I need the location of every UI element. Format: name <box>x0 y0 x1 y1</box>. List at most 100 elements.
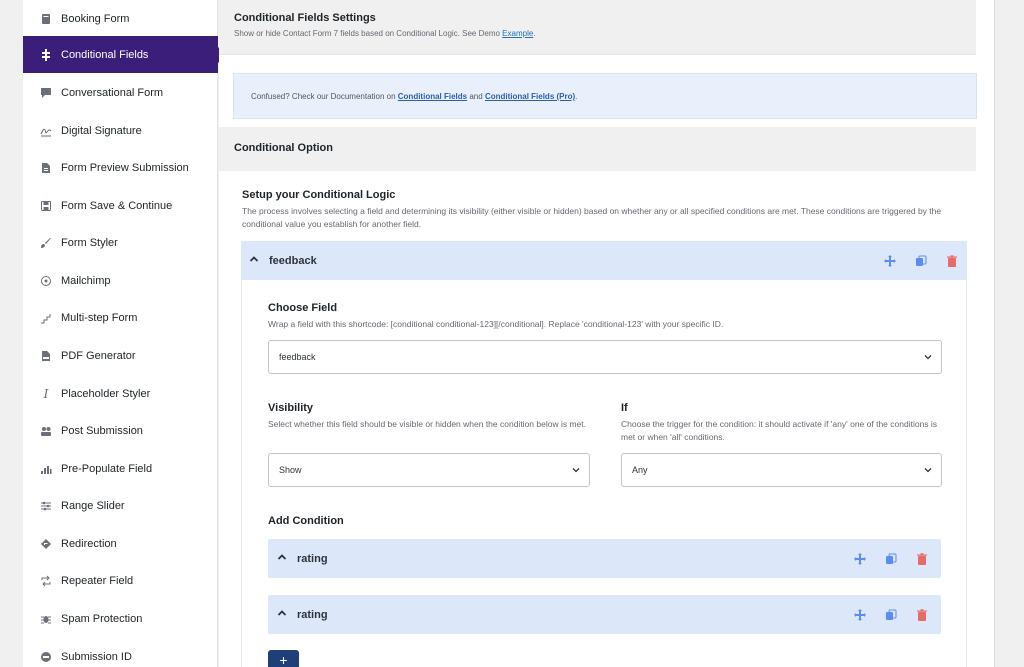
setup-description: The process involves selecting a field a… <box>242 206 942 229</box>
sidebar-item-multi-step-form[interactable]: Multi-step Form <box>23 299 218 336</box>
condition-name: rating <box>297 608 328 621</box>
settings-panel: Conditional Fields Settings Show or hide… <box>219 0 994 667</box>
sidebar-item-form-preview-submission[interactable]: Form Preview Submission <box>23 149 218 186</box>
conditional-fields-doc-link[interactable]: Conditional Fields <box>398 92 467 101</box>
save-icon <box>38 198 54 214</box>
conditional-fields-pro-doc-link[interactable]: Conditional Fields (Pro) <box>485 92 575 101</box>
sidebar-item-label: Form Styler <box>61 236 118 249</box>
id-icon <box>38 649 54 665</box>
sliders-icon <box>38 498 54 514</box>
page-subtitle: Show or hide Contact Form 7 fields based… <box>234 29 536 38</box>
add-condition-button[interactable]: + <box>268 650 299 667</box>
admin-left-strip <box>0 0 23 667</box>
sidebar-item-conversational-form[interactable]: Conversational Form <box>23 74 218 111</box>
conditional-group-header[interactable]: feedback <box>241 241 967 280</box>
sidebar-item-label: Repeater Field <box>61 574 134 587</box>
group-name: feedback <box>269 254 317 267</box>
sidebar-item-label: Placeholder Styler <box>61 387 151 400</box>
sidebar-item-range-slider[interactable]: Range Slider <box>23 487 218 524</box>
brush-icon <box>38 235 54 251</box>
duplicate-icon[interactable] <box>913 253 928 268</box>
sidebar-item-booking-form[interactable]: Booking Form <box>23 0 218 37</box>
sidebar-item-label: Redirection <box>61 537 117 550</box>
condition-row[interactable]: rating <box>268 539 941 578</box>
sidebar-item-label: Mailchimp <box>61 274 111 287</box>
sidebar-item-label: Multi-step Form <box>61 311 138 324</box>
duplicate-icon[interactable] <box>883 551 898 566</box>
sidebar-item-label: Pre-Populate Field <box>61 462 153 475</box>
sidebar-item-label: Submission ID <box>61 650 132 663</box>
book-icon <box>38 11 54 27</box>
sidebar-item-mailchimp[interactable]: Mailchimp <box>23 262 218 299</box>
visibility-label: Visibility <box>268 402 314 414</box>
mailchimp-icon <box>38 273 54 289</box>
sidebar-item-label: Booking Form <box>61 12 130 25</box>
chevron-up-icon[interactable] <box>249 254 263 267</box>
if-help: Choose the trigger for the condition: it… <box>621 419 938 442</box>
group-actions <box>882 253 959 268</box>
sidebar-item-repeater-field[interactable]: Repeater Field <box>23 562 218 599</box>
sidebar-item-submission-id[interactable]: Submission ID <box>23 638 218 667</box>
sidebar-item-form-save-continue[interactable]: Form Save & Continue <box>23 187 218 224</box>
choose-field-select[interactable]: feedback <box>268 340 942 374</box>
bug-icon <box>38 611 54 627</box>
condition-name: rating <box>297 552 328 565</box>
sidebar-item-form-styler[interactable]: Form Styler <box>23 224 218 261</box>
chevron-up-icon[interactable] <box>277 608 291 621</box>
visibility-help: Select whether this field should be visi… <box>268 419 586 429</box>
italic-icon: I <box>43 386 49 401</box>
pdf-icon <box>38 348 54 364</box>
signature-icon <box>38 123 54 139</box>
conditional-option-heading: Conditional Option <box>219 127 976 171</box>
redirect-icon <box>38 536 54 552</box>
sidebar-item-label: Form Save & Continue <box>61 199 173 212</box>
if-select[interactable]: Any <box>621 453 942 487</box>
sidebar-item-pre-populate-field[interactable]: Pre-Populate Field <box>23 450 218 487</box>
steps-icon <box>38 310 54 326</box>
sidebar-item-redirection[interactable]: Redirection <box>23 525 218 562</box>
puzzle-icon <box>38 47 54 63</box>
documentation-notice: Confused? Check our Documentation on Con… <box>233 73 977 119</box>
sidebar-item-digital-signature[interactable]: Digital Signature <box>23 112 218 149</box>
chevron-up-icon[interactable] <box>277 552 291 565</box>
setup-title: Setup your Conditional Logic <box>242 189 396 201</box>
chevron-down-icon <box>923 465 933 475</box>
sidebar-item-pdf-generator[interactable]: PDF Generator <box>23 337 218 374</box>
chat-icon <box>38 85 54 101</box>
add-condition-label: Add Condition <box>268 515 344 527</box>
sidebar-item-label: Conversational Form <box>61 86 164 99</box>
sidebar-item-placeholder-styler[interactable]: I Placeholder Styler <box>23 375 218 412</box>
chevron-down-icon <box>923 352 933 362</box>
sidebar-item-label: Range Slider <box>61 499 125 512</box>
delete-icon[interactable] <box>914 551 929 566</box>
move-icon[interactable] <box>852 607 867 622</box>
condition-actions <box>852 607 929 622</box>
users-icon <box>38 423 54 439</box>
choose-field-help: Wrap a field with this shortcode: [condi… <box>268 319 724 329</box>
chevron-down-icon <box>571 465 581 475</box>
move-icon[interactable] <box>852 551 867 566</box>
sidebar-item-label: Conditional Fields <box>61 48 149 61</box>
sidebar-item-label: Spam Protection <box>61 612 143 625</box>
sidebar-item-post-submission[interactable]: Post Submission <box>23 412 218 449</box>
example-link[interactable]: Example <box>502 29 533 38</box>
duplicate-icon[interactable] <box>883 607 898 622</box>
sidebar-item-label: PDF Generator <box>61 349 136 362</box>
document-icon <box>38 160 54 176</box>
addon-sidebar: Booking Form Conditional Fields Conversa… <box>23 0 226 667</box>
sidebar-item-conditional-fields[interactable]: Conditional Fields <box>23 36 226 73</box>
page-title: Conditional Fields Settings <box>234 12 376 24</box>
visibility-select[interactable]: Show <box>268 453 590 487</box>
right-gutter <box>994 0 1024 667</box>
chart-icon <box>38 461 54 477</box>
settings-header: Conditional Fields Settings Show or hide… <box>219 0 976 55</box>
sidebar-item-spam-protection[interactable]: Spam Protection <box>23 600 218 637</box>
condition-actions <box>852 551 929 566</box>
delete-icon[interactable] <box>914 607 929 622</box>
repeat-icon <box>38 573 54 589</box>
condition-row[interactable]: rating <box>268 595 941 634</box>
sidebar-item-label: Post Submission <box>61 424 143 437</box>
move-icon[interactable] <box>882 253 897 268</box>
sidebar-item-label: Form Preview Submission <box>61 161 189 174</box>
delete-icon[interactable] <box>944 253 959 268</box>
